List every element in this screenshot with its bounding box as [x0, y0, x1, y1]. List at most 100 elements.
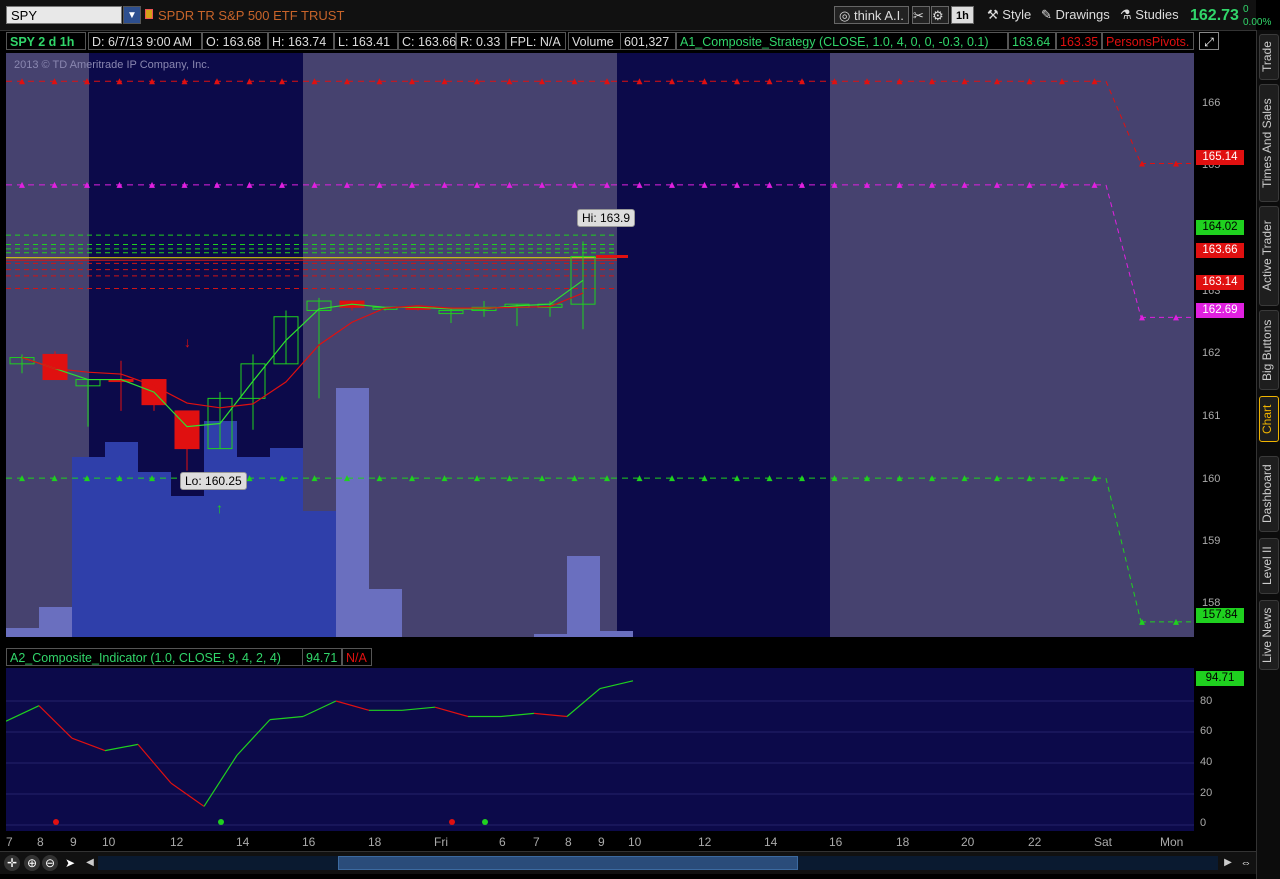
volume-bar	[39, 607, 72, 637]
close-value: C: 163.66	[398, 32, 456, 50]
time-tick: Mon	[1160, 835, 1184, 849]
pivot-transition	[1105, 184, 1142, 318]
signal-dot	[449, 819, 455, 825]
tools-icon[interactable]: ✂	[912, 6, 930, 24]
open-value: O: 163.68	[202, 32, 268, 50]
session-shade	[617, 53, 830, 637]
indicator-label[interactable]: A2_Composite_Indicator (1.0, CLOSE, 9, 4…	[6, 648, 342, 666]
company-name: SPDR TR S&P 500 ETF TRUST	[158, 8, 345, 23]
fit-width-icon[interactable]: ⇔	[1238, 855, 1254, 871]
style-button[interactable]: ⚒ Style	[987, 6, 1031, 24]
price-label-magenta: 162.69	[1196, 303, 1244, 318]
right-sidebar: Trade Times And Sales Active Trader Big …	[1256, 30, 1280, 879]
style-icon: ⚒	[987, 7, 999, 22]
volume-bar	[105, 442, 138, 637]
time-tick: 9	[70, 835, 77, 849]
indicator-segment	[599, 680, 634, 690]
think-ai-icon: ◎	[839, 8, 851, 23]
sell-arrow-icon: ↓	[184, 334, 191, 350]
settings-icon[interactable]: ⚙	[931, 6, 949, 24]
volume-bar	[6, 628, 39, 637]
indicator-segment	[38, 705, 73, 739]
symbol-input[interactable]: SPY	[6, 6, 122, 24]
horizontal-scrollbar[interactable]	[98, 856, 1218, 870]
price-chart[interactable]: ↓ ↑ 2013 © TD Ameritrade IP Company, Inc.…	[6, 53, 1194, 637]
studies-icon: ⚗	[1120, 7, 1132, 22]
buy-arrow-icon: ↑	[216, 500, 223, 516]
pivot-marker	[506, 475, 513, 482]
last-price: 162.73	[1190, 7, 1239, 24]
time-tick: 16	[302, 835, 316, 849]
indicator-segment	[434, 706, 469, 718]
indicator-badge: 94.71	[1196, 671, 1244, 686]
indicator-chart[interactable]	[6, 668, 1194, 831]
sidebar-tab-level-ii[interactable]: Level II	[1259, 538, 1279, 594]
candle-body	[42, 353, 68, 381]
price-label-red: 165.14	[1196, 150, 1244, 165]
time-tick: 22	[1028, 835, 1042, 849]
indicator-scale[interactable]: 94.71 80 60 40 20 0	[1196, 668, 1254, 831]
indicator-segment	[104, 743, 139, 752]
time-tick: 10	[628, 835, 642, 849]
drawings-label: Drawings	[1055, 7, 1110, 22]
timeframe-button[interactable]: 1h	[951, 6, 974, 24]
indicator-segment	[6, 705, 40, 722]
pivot-marker	[506, 181, 513, 188]
volume-bar	[600, 631, 633, 637]
chart-label[interactable]: SPY 2 d 1h	[6, 32, 86, 50]
sidebar-tab-chart[interactable]: Chart	[1259, 396, 1279, 442]
pivots-label[interactable]: PersonsPivots.	[1102, 32, 1194, 50]
pivot-marker	[506, 78, 513, 85]
sidebar-tab-trade[interactable]: Trade	[1259, 34, 1279, 80]
think-ai-button[interactable]: ◎ think A.I.	[834, 6, 909, 24]
price-tick: 160	[1202, 473, 1221, 485]
indicator-segment	[500, 712, 535, 718]
scroll-left-icon[interactable]: ◀	[84, 855, 96, 871]
volume-bar	[204, 421, 237, 637]
chart-expand-icon[interactable]: ⤢	[1199, 32, 1219, 50]
indicator-segment	[170, 782, 205, 807]
company-flag-icon	[145, 9, 153, 19]
volume-bar	[534, 634, 567, 637]
style-label: Style	[1002, 7, 1032, 22]
time-tick: Sat	[1094, 835, 1113, 849]
low-value: L: 163.41	[334, 32, 398, 50]
signal-dot	[218, 819, 224, 825]
copyright-watermark: 2013 © TD Ameritrade IP Company, Inc.	[14, 59, 210, 71]
time-tick: 7	[533, 835, 540, 849]
time-tick: 6	[499, 835, 506, 849]
time-tick: 10	[102, 835, 116, 849]
time-tick: 16	[829, 835, 843, 849]
symbol-dropdown-icon[interactable]: ▼	[123, 6, 141, 24]
scroll-right-icon[interactable]: ▶	[1222, 855, 1234, 871]
price-label-red: 163.14	[1196, 275, 1244, 290]
drawings-button[interactable]: ✎ Drawings	[1041, 6, 1110, 24]
time-tick: 14	[764, 835, 778, 849]
time-tick: 20	[961, 835, 975, 849]
bottom-toolbar: ✛ ⊕ ⊖ ➤ ◀ ▶ ⇔	[0, 851, 1256, 874]
indicator-header: A2_Composite_Indicator (1.0, CLOSE, 9, 4…	[6, 648, 1194, 668]
indicator-tick: 20	[1200, 787, 1213, 799]
indicator-segment	[533, 712, 568, 718]
scrollbar-thumb[interactable]	[338, 856, 798, 870]
strategy-label[interactable]: A1_Composite_Strategy (CLOSE, 1.0, 4, 0,…	[676, 32, 1008, 50]
sidebar-tab-live-news[interactable]: Live News	[1259, 600, 1279, 670]
sidebar-tab-dashboard[interactable]: Dashboard	[1259, 456, 1279, 532]
strategy-value-2: 163.35	[1056, 32, 1102, 50]
indicator-segment	[71, 737, 106, 752]
indicator-na: N/A	[342, 648, 372, 666]
sidebar-tab-active-trader[interactable]: Active Trader	[1259, 206, 1279, 306]
price-label-red: 163.66	[1196, 243, 1244, 258]
high-callout: Hi: 163.9	[577, 209, 636, 227]
zoom-out-icon[interactable]: ⊖	[42, 855, 58, 871]
studies-button[interactable]: ⚗ Studies	[1120, 6, 1179, 24]
crosshair-icon[interactable]: ✛	[4, 855, 20, 871]
sidebar-tab-big-buttons[interactable]: Big Buttons	[1259, 310, 1279, 390]
time-tick: 9	[598, 835, 605, 849]
time-axis[interactable]: 7 8 9 10 12 14 16 18 Fri 6 7 8 9 10 12 1…	[0, 833, 1196, 851]
time-tick: 18	[368, 835, 382, 849]
zoom-in-icon[interactable]: ⊕	[24, 855, 40, 871]
cursor-icon[interactable]: ➤	[62, 855, 78, 871]
sidebar-tab-times-and-sales[interactable]: Times And Sales	[1259, 84, 1279, 202]
price-scale[interactable]: 166 165 164 163 162 161 160 159 158 165.…	[1196, 53, 1254, 637]
